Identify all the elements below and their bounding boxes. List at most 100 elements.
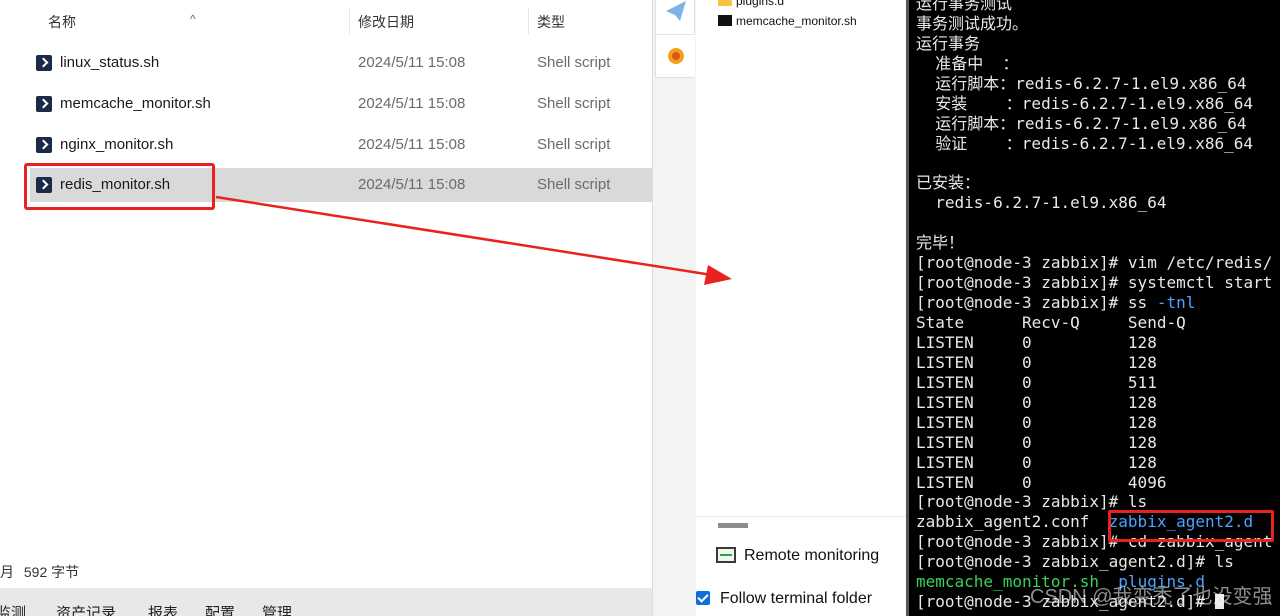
follow-terminal-checkbox[interactable]: Follow terminal folder [696,590,872,608]
terminal-line: 运行事务 [916,34,1272,54]
terminal-text: 事务测试成功。 [916,13,1029,33]
terminal-text: 运行事务测试 [916,0,1013,13]
tree-item-file[interactable]: memcache_monitor.sh [718,14,857,28]
orange-globe-icon [668,48,684,64]
terminal-text: [root@node-3 zabbix]# ls [916,492,1148,512]
terminal-line: LISTEN 0 128 [916,333,1272,353]
follow-terminal-label: Follow terminal folder [720,590,873,607]
terminal-line: 运行脚本：redis-6.2.7-1.el9.x86_64 [916,74,1272,94]
file-tree-sidebar: plugins.d memcache_monitor.sh Remote mon… [696,0,906,616]
terminal-text: 运行事务 [916,33,981,53]
terminal-text: [root@node-3 zabbix_agent2.d]# ls [916,552,1234,572]
file-name: linux_status.sh [60,54,160,71]
terminal-text: redis-6.2.7-1.el9.x86_64 [916,193,1167,213]
file-type: Shell script [537,54,611,71]
column-separator[interactable] [528,8,529,34]
shell-script-icon [36,55,52,71]
sort-ascending-icon: ^ [190,12,196,26]
terminal-text: [root@node-3 zabbix]# vim /etc/redis/ [916,253,1273,273]
terminal-line: LISTEN 0 128 [916,433,1272,453]
watermark: CSDN @我变秃了也没变强 [1030,586,1273,608]
tree-item-label: memcache_monitor.sh [736,14,857,28]
bottom-tab[interactable]: 配置 [205,602,235,616]
terminal-line: 完毕！ [916,233,1272,253]
annotation-highlight-box [1108,510,1274,542]
terminal-line: LISTEN 0 511 [916,373,1272,393]
file-row[interactable]: nginx_monitor.sh 2024/5/11 15:08 Shell s… [30,128,652,162]
file-name: nginx_monitor.sh [60,136,174,153]
remote-monitoring-button[interactable]: Remote monitoring [716,547,879,565]
shell-script-icon [36,96,52,112]
terminal-line: [root@node-3 zabbix]# ss -tnl [916,293,1272,313]
terminal-line: [root@node-3 zabbix_agent2.d]# ls [916,552,1272,572]
status-bar: 月 592 字节 [0,562,79,582]
terminal-text: LISTEN 0 511 [916,372,1157,392]
terminal-text: LISTEN 0 128 [916,432,1157,452]
shell-file-icon [718,15,732,26]
remote-monitoring-label: Remote monitoring [744,547,880,564]
tree-item-label: plugins.d [736,0,785,8]
terminal-line: redis-6.2.7-1.el9.x86_64 [916,193,1272,213]
terminal-line: LISTEN 0 4096 [916,473,1272,493]
terminal-line: 事务测试成功。 [916,14,1272,34]
terminal-text: 运行脚本：redis-6.2.7-1.el9.x86_64 [916,73,1247,93]
sftp-tab[interactable] [655,0,695,36]
file-size-status: 592 字节 [23,564,80,580]
folder-icon [718,0,732,6]
terminal-line: State Recv-Q Send-Q [916,313,1272,333]
terminal-text: 安装 ：redis-6.2.7-1.el9.x86_64 [916,93,1253,113]
terminal-line: 验证 ：redis-6.2.7-1.el9.x86_64 [916,134,1272,154]
terminal-text: [root@node-3 zabbix]# ss [916,293,1157,313]
terminal-line: [root@node-3 zabbix]# vim /etc/redis/ [916,253,1272,273]
terminal-line: 运行脚本：redis-6.2.7-1.el9.x86_64 [916,114,1272,134]
column-separator[interactable] [349,8,350,34]
monitor-tab[interactable] [655,34,695,78]
tree-item-folder[interactable]: plugins.d [718,0,784,8]
terminal-text: LISTEN 0 128 [916,392,1157,412]
shell-script-icon [36,137,52,153]
bottom-tab[interactable]: 报表 [148,602,178,616]
bottom-nav-strip: 监测 资产记录 报表 配置 管理 [0,588,652,616]
terminal-line: LISTEN 0 128 [916,353,1272,373]
horizontal-scrollbar-thumb[interactable] [718,523,748,528]
monitor-icon [716,547,736,563]
terminal-line: 运行事务测试 [916,0,1272,14]
file-type: Shell script [537,176,611,193]
file-row[interactable]: linux_status.sh 2024/5/11 15:08 Shell sc… [30,46,652,80]
file-date: 2024/5/11 15:08 [358,176,466,193]
terminal-text: 已安装： [916,173,981,193]
divider [696,516,906,517]
file-explorer: 名称 ^ 修改日期 类型 linux_status.sh 2024/5/11 1… [0,0,652,588]
terminal-text: LISTEN 0 128 [916,452,1157,472]
terminal-text: -tnl [1156,293,1196,313]
file-row[interactable]: memcache_monitor.sh 2024/5/11 15:08 Shel… [30,87,652,121]
terminal-text: LISTEN 0 128 [916,332,1157,352]
file-date: 2024/5/11 15:08 [358,136,466,153]
file-type: Shell script [537,136,611,153]
file-date: 2024/5/11 15:08 [358,95,466,112]
terminal-text: 准备中 ： [916,53,1019,73]
bottom-tab[interactable]: 资产记录 [56,602,116,616]
terminal-text: 运行脚本：redis-6.2.7-1.el9.x86_64 [916,113,1247,133]
terminal-text: LISTEN 0 128 [916,412,1157,432]
column-header-date[interactable]: 修改日期 [358,12,414,32]
column-header-type[interactable]: 类型 [537,12,565,32]
terminal-line: 准备中 ： [916,54,1272,74]
column-header-row: 名称 ^ 修改日期 类型 [0,0,652,40]
terminal-text: LISTEN 0 4096 [916,472,1167,492]
file-type: Shell script [537,95,611,112]
terminal-line: 已安装： [916,173,1272,193]
column-header-name[interactable]: 名称 [48,12,76,32]
terminal-line: [root@node-3 zabbix]# systemctl start [916,273,1272,293]
bottom-tab[interactable]: 管理 [262,602,292,616]
terminal-text: LISTEN 0 128 [916,352,1157,372]
terminal-text: [root@node-3 zabbix]# systemctl start [916,273,1273,293]
terminal-line: LISTEN 0 128 [916,413,1272,433]
paper-plane-icon [666,1,686,21]
checkbox-checked-icon[interactable] [696,591,710,605]
terminal-line: LISTEN 0 128 [916,393,1272,413]
bottom-tab[interactable]: 监测 [0,602,26,616]
status-prefix-fragment: 月 [0,564,14,580]
